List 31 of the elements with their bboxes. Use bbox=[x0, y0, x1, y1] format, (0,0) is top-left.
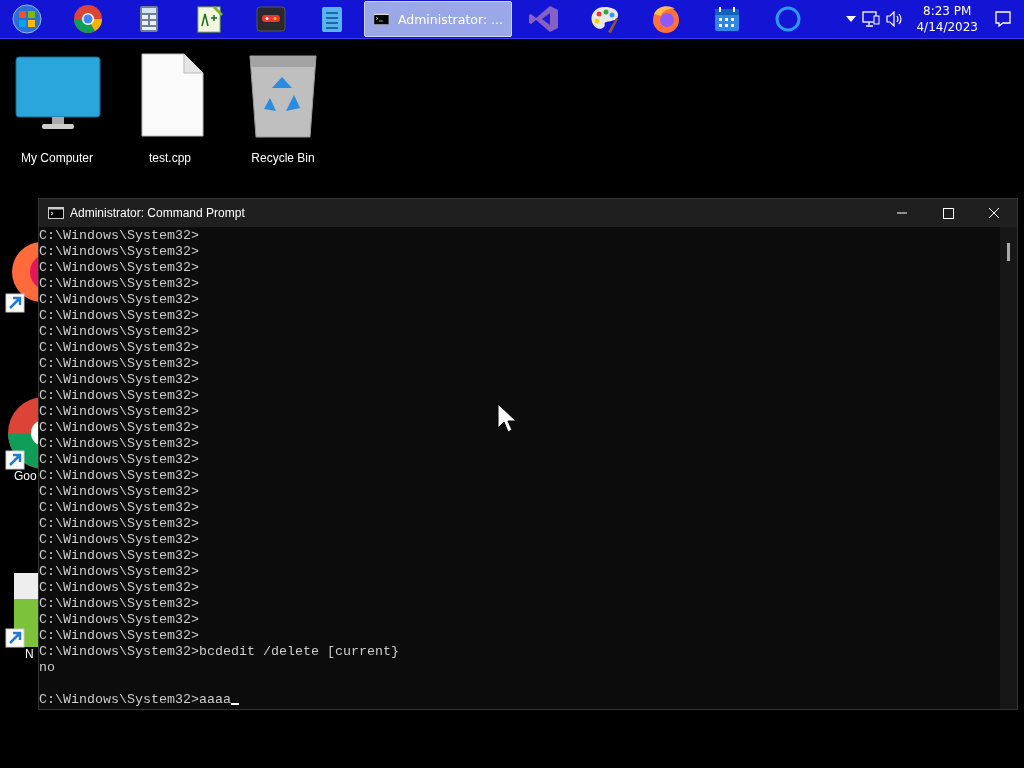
console-line: C:\Windows\System32>bcdedit /delete [current} bbox=[39, 644, 399, 660]
console-line: C:\Windows\System32> bbox=[39, 260, 199, 276]
console-line: C:\Windows\System32> bbox=[39, 500, 199, 516]
console-line: C:\Windows\System32> bbox=[39, 340, 199, 356]
console-line: C:\Windows\System32> bbox=[39, 532, 199, 548]
console-line: C:\Windows\System32> bbox=[39, 468, 199, 484]
console-line: C:\Windows\System32> bbox=[39, 324, 199, 340]
console-line: C:\Windows\System32> bbox=[39, 580, 199, 596]
console-line: C:\Windows\System32> bbox=[39, 276, 199, 292]
console-line: C:\Windows\System32> bbox=[39, 452, 199, 468]
console-line: C:\Windows\System32> bbox=[39, 228, 199, 244]
console-line: no bbox=[39, 660, 55, 676]
console-line: C:\Windows\System32> bbox=[39, 388, 199, 404]
console-line: C:\Windows\System32> bbox=[39, 564, 199, 580]
console-line: C:\Windows\System32> bbox=[39, 356, 199, 372]
console-line: C:\Windows\System32> bbox=[39, 292, 199, 308]
console-line: C:\Windows\System32> bbox=[39, 244, 199, 260]
console-line: C:\Windows\System32> bbox=[39, 404, 199, 420]
console-line: C:\Windows\System32> bbox=[39, 516, 199, 532]
clock[interactable]: 8:23 PM 4/14/2023 bbox=[916, 3, 978, 35]
console-line: C:\Windows\System32> bbox=[39, 436, 199, 452]
console-line: C:\Windows\System32> bbox=[39, 420, 199, 436]
window-title: Administrator: Command Prompt bbox=[70, 206, 245, 220]
console-line: C:\Windows\System32> bbox=[39, 628, 199, 644]
console-line: C:\Windows\System32> bbox=[39, 548, 199, 564]
console-line: C:\Windows\System32> bbox=[39, 372, 199, 388]
console-line: C:\Windows\System32> bbox=[39, 612, 199, 628]
console-line: C:\Windows\System32> bbox=[39, 596, 199, 612]
console-line: C:\Windows\System32> bbox=[39, 484, 199, 500]
console-input[interactable]: C:\Windows\System32>aaaa bbox=[39, 692, 231, 707]
console-line: C:\Windows\System32> bbox=[39, 308, 199, 324]
